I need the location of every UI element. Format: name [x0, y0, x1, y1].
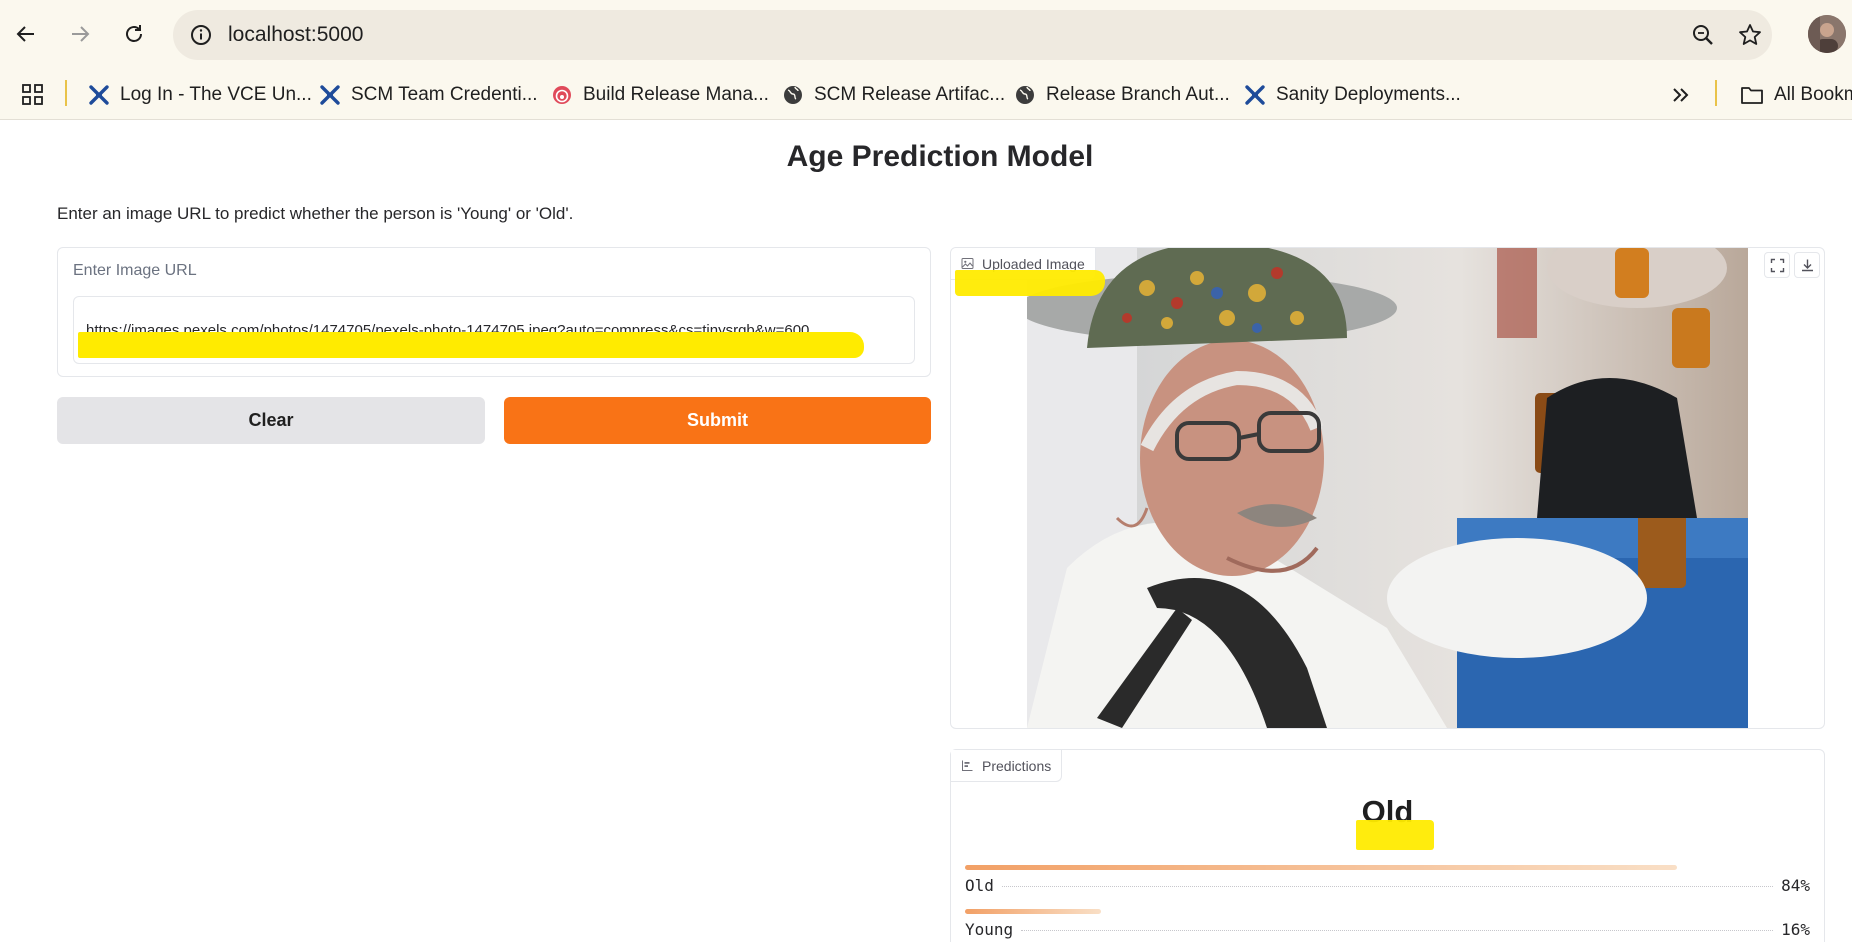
uploaded-photo [1027, 248, 1748, 728]
bookmark-item[interactable]: Sanity Deployments... [1244, 80, 1461, 110]
highlight-mark [78, 332, 864, 358]
highlight-mark [955, 270, 1105, 296]
globe-icon [1016, 86, 1034, 104]
highlight-mark [1356, 820, 1434, 850]
bookmark-label: Log In - The VCE Un... [120, 84, 312, 105]
vce-logo-icon [320, 85, 340, 105]
bookmark-label: Release Branch Aut... [1046, 84, 1230, 105]
clear-button[interactable]: Clear [57, 397, 485, 444]
fullscreen-icon [1770, 258, 1784, 272]
download-button[interactable] [1794, 252, 1820, 278]
zoom-icon[interactable] [1689, 21, 1717, 49]
bookmark-item[interactable]: SCM Team Credenti... [319, 80, 538, 110]
folder-icon [1741, 87, 1763, 104]
confidence-percent: 16% [1781, 920, 1810, 939]
globe-icon [784, 86, 802, 104]
forward-button[interactable] [60, 14, 100, 54]
back-button[interactable] [6, 14, 46, 54]
arrow-left-icon [16, 26, 34, 42]
confidence-bar [965, 909, 1101, 914]
fullscreen-button[interactable] [1764, 252, 1790, 278]
reload-icon [126, 25, 142, 42]
confidence-label: Young [965, 920, 1014, 939]
vce-logo-icon [1245, 85, 1265, 105]
confidence-row: Old 84% [965, 865, 1810, 895]
bookmark-item[interactable]: Build Release Mana... [551, 80, 769, 110]
browser-toolbar: localhost:5000 [0, 0, 1852, 70]
predictions-panel: Predictions Old Old 84% Young 16% [950, 749, 1825, 942]
address-url[interactable]: localhost:5000 [228, 22, 363, 48]
image-icon [961, 258, 974, 269]
vce-logo-icon [89, 85, 109, 105]
target-icon [553, 86, 571, 104]
bookmark-label: Sanity Deployments... [1276, 84, 1461, 105]
avatar-image [1808, 15, 1846, 53]
dotted-leader [1001, 886, 1774, 887]
image-url-label: Enter Image URL [73, 262, 197, 279]
predictions-label: Predictions [982, 757, 1052, 774]
bookmarks-separator [1715, 80, 1717, 106]
bookmark-label: SCM Release Artifac... [814, 84, 1006, 105]
bookmark-label: SCM Team Credenti... [351, 84, 538, 105]
bar-chart-icon [962, 760, 973, 771]
image-actions [1764, 252, 1820, 278]
image-url-card: Enter Image URL [57, 247, 931, 377]
confidence-row: Young 16% [965, 909, 1810, 939]
dotted-leader [1021, 930, 1774, 931]
bookmark-item[interactable]: Release Branch Aut... [1014, 80, 1230, 110]
site-info-icon[interactable] [188, 22, 214, 48]
apps-grid-icon[interactable] [20, 82, 46, 108]
confidence-label: Old [965, 876, 994, 895]
all-bookmarks-label: All Bookm [1774, 84, 1852, 105]
confidence-bar [965, 865, 1677, 870]
uploaded-image-panel: Uploaded Image [950, 247, 1825, 729]
bookmarks-bar: Log In - The VCE Un... SCM Team Credenti… [0, 70, 1852, 120]
download-icon [1801, 259, 1813, 271]
reload-button[interactable] [114, 14, 154, 54]
profile-avatar[interactable] [1808, 15, 1846, 53]
arrow-right-icon [72, 26, 90, 42]
bookmark-label: Build Release Mana... [583, 84, 769, 105]
address-bar[interactable]: localhost:5000 [173, 10, 1772, 60]
submit-button[interactable]: Submit [504, 397, 931, 444]
page-description: Enter an image URL to predict whether th… [57, 204, 574, 223]
bookmarks-separator [65, 80, 67, 106]
predictions-tag: Predictions [951, 750, 1063, 782]
bookmark-item[interactable]: Log In - The VCE Un... [88, 80, 312, 110]
bookmark-item[interactable]: SCM Release Artifac... [782, 80, 1005, 110]
bookmark-star-icon[interactable] [1736, 21, 1764, 49]
chevron-double-right-icon[interactable] [1668, 82, 1694, 108]
page-title: Age Prediction Model [786, 140, 1094, 173]
all-bookmarks-button[interactable]: All Bookm [1740, 80, 1852, 110]
confidence-percent: 84% [1781, 876, 1810, 895]
